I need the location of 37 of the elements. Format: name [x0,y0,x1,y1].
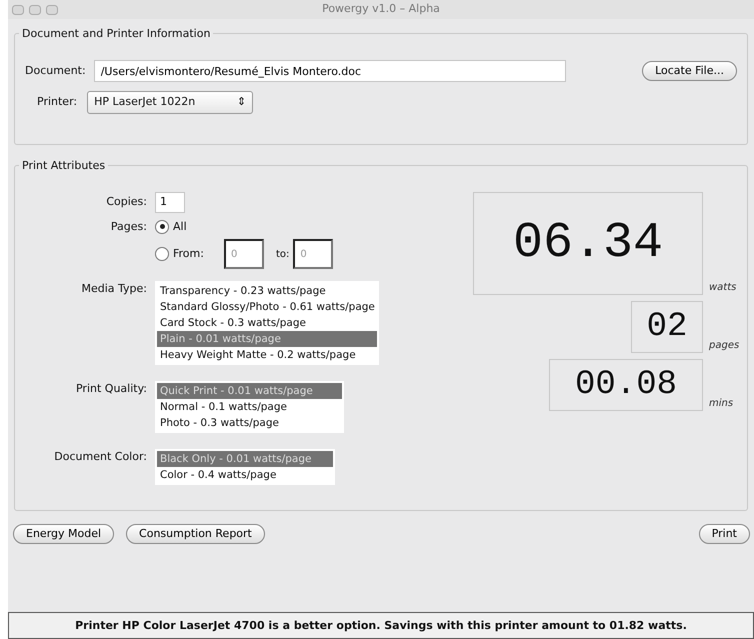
list-label: Media Type: [81,282,147,295]
list-item[interactable]: Transparency - 0.23 watts/page [157,283,377,299]
list-label: Print Quality: [76,382,147,395]
to-label: to: [276,248,290,262]
copies-label: Copies: [106,195,147,208]
readout-display: 02 [631,301,703,353]
window-control-icon[interactable] [29,4,41,14]
readout-display: 00.08 [549,359,703,411]
action-button[interactable]: Print [698,524,750,544]
list-item[interactable]: Normal - 0.1 watts/page [157,399,342,415]
printer-label: Printer: [37,94,78,110]
window-control-icon[interactable] [12,4,24,14]
document-label: Document: [25,62,86,79]
radio-label: From: [173,246,204,262]
list-item[interactable]: Photo - 0.3 watts/page [157,415,342,431]
document-field[interactable]: /Users/elvismontero/Resumé_Elvis Montero.doc [94,60,566,82]
unit-label: mins [708,397,734,411]
window-control-icon[interactable] [46,4,58,14]
readout-display: 06.34 [473,192,703,295]
locate-file-button[interactable]: Locate File... [642,61,737,81]
list-item[interactable]: Heavy Weight Matte - 0.2 watts/page [157,347,377,363]
window-title: Powergy v1.0 – Alpha [322,1,440,18]
unit-label: pages [708,339,737,353]
pages-label: Pages: [110,220,147,232]
status-message: Printer HP Color LaserJet 4700 is a better option. Savings with this printer amount to 01.82 watts. [8,612,754,639]
radio-button[interactable] [155,247,169,261]
list-item[interactable]: Standard Glossy/Photo - 0.61 watts/page [157,299,377,315]
list-item[interactable]: Card Stock - 0.3 watts/page [157,315,377,331]
action-button[interactable]: Energy Model [13,524,114,544]
radio-label: All [173,218,187,234]
list-label: Document Color: [54,450,147,463]
list-item[interactable]: Color - 0.4 watts/page [157,467,333,483]
copies-field[interactable]: 1 [155,192,185,212]
printer-dropdown[interactable]: HP LaserJet 1022n ⇕ [87,91,254,114]
unit-label: watts [708,281,737,295]
action-button[interactable]: Consumption Report [126,524,265,544]
radio-button[interactable] [155,220,169,234]
